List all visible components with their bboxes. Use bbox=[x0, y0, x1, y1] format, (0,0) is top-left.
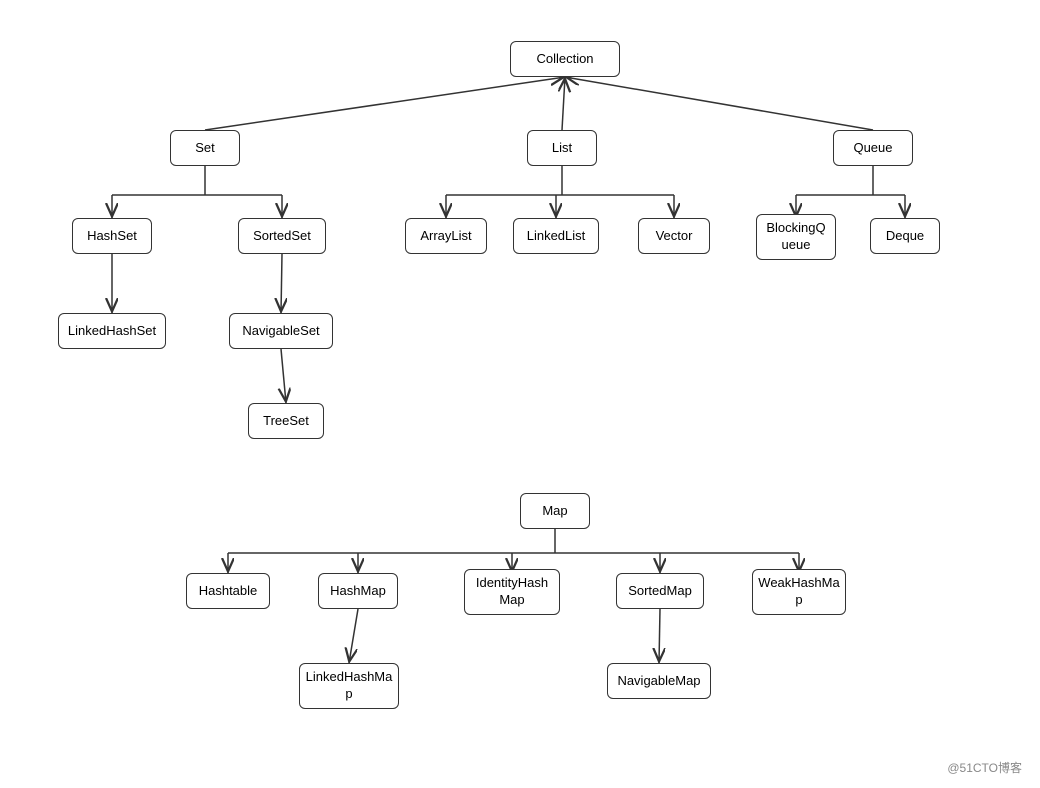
node-collection: Collection bbox=[510, 41, 620, 77]
node-hashset: HashSet bbox=[72, 218, 152, 254]
node-set: Set bbox=[170, 130, 240, 166]
watermark: @51CTO博客 bbox=[947, 759, 1022, 776]
node-sortedmap: SortedMap bbox=[616, 573, 704, 609]
node-list: List bbox=[527, 130, 597, 166]
node-deque: Deque bbox=[870, 218, 940, 254]
node-queue: Queue bbox=[833, 130, 913, 166]
node-navigableset: NavigableSet bbox=[229, 313, 333, 349]
node-blockingqueue: BlockingQueue bbox=[756, 214, 836, 260]
node-linkedhashmap: LinkedHashMap bbox=[299, 663, 399, 709]
node-weakhashmap: WeakHashMap bbox=[752, 569, 846, 615]
node-map: Map bbox=[520, 493, 590, 529]
node-hashmap: HashMap bbox=[318, 573, 398, 609]
connection-lines bbox=[0, 0, 1040, 788]
node-linkedlist: LinkedList bbox=[513, 218, 599, 254]
node-identityhashmap: IdentityHashMap bbox=[464, 569, 560, 615]
node-arraylist: ArrayList bbox=[405, 218, 487, 254]
node-treeset: TreeSet bbox=[248, 403, 324, 439]
diagram: Collection Set List Queue HashSet Sorted… bbox=[0, 0, 1040, 788]
node-hashtable: Hashtable bbox=[186, 573, 270, 609]
node-navigablemap: NavigableMap bbox=[607, 663, 711, 699]
node-linkedhashset: LinkedHashSet bbox=[58, 313, 166, 349]
node-vector: Vector bbox=[638, 218, 710, 254]
node-sortedset: SortedSet bbox=[238, 218, 326, 254]
